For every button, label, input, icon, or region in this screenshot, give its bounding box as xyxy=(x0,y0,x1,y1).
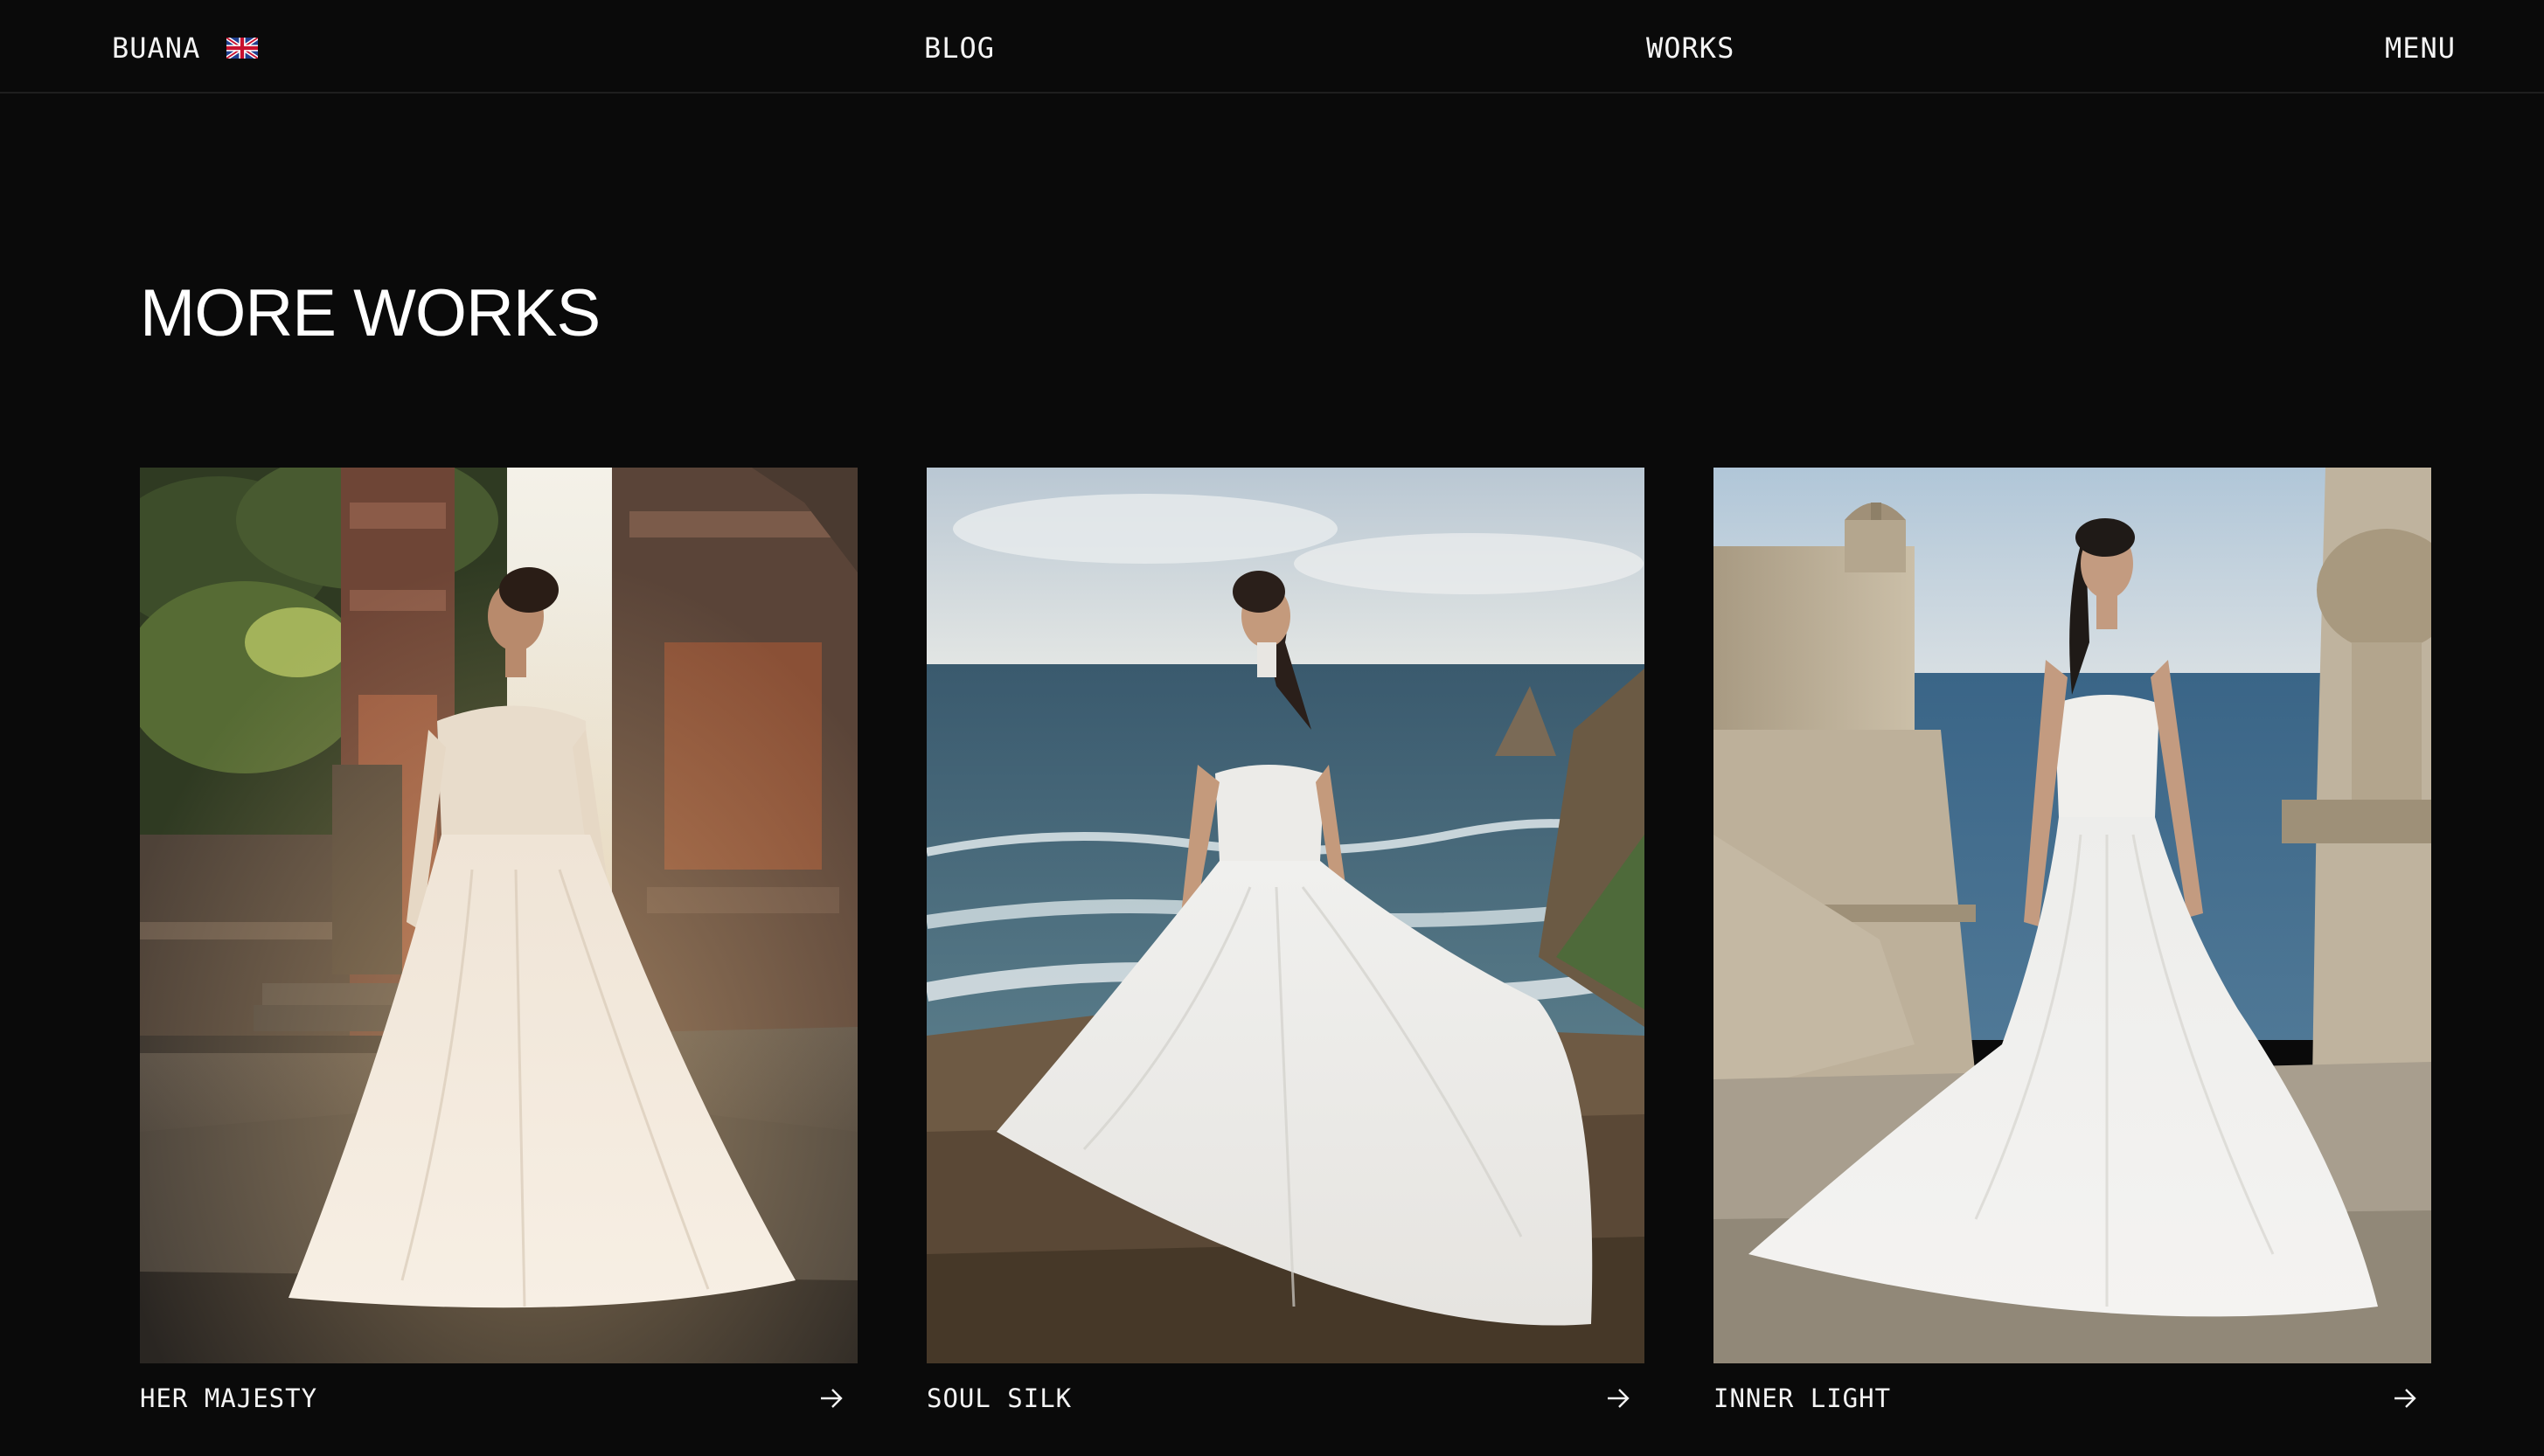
brand-group: BUANA xyxy=(112,31,259,66)
work-card-footer: SOUL SILK xyxy=(927,1363,1644,1433)
work-title[interactable]: HER MAJESTY xyxy=(140,1383,317,1413)
bride-ocean-cliff-photo xyxy=(927,468,1644,1363)
work-card-her-majesty: HER MAJESTY xyxy=(140,468,858,1433)
bride-temple-photo xyxy=(140,468,858,1363)
bride-coastal-fortress-photo xyxy=(1713,468,2431,1363)
arrow-right-icon[interactable] xyxy=(2391,1384,2419,1412)
work-card-inner-light: INNER LIGHT xyxy=(1713,468,2431,1433)
work-image-soul-silk[interactable] xyxy=(927,468,1644,1363)
work-card-footer: INNER LIGHT xyxy=(1713,1363,2431,1433)
work-card-footer: HER MAJESTY xyxy=(140,1363,858,1433)
nav-works[interactable]: WORKS xyxy=(1646,31,1734,66)
work-image-inner-light[interactable] xyxy=(1713,468,2431,1363)
work-card-soul-silk: SOUL SILK xyxy=(927,468,1644,1433)
work-title[interactable]: SOUL SILK xyxy=(927,1383,1072,1413)
section-title: MORE WORKS xyxy=(140,276,601,350)
site-header: BUANA BLOG WORKS MENU xyxy=(0,0,2544,94)
work-title[interactable]: INNER LIGHT xyxy=(1713,1383,1891,1413)
menu-button[interactable]: MENU xyxy=(2385,31,2456,66)
work-image-her-majesty[interactable] xyxy=(140,468,858,1363)
arrow-right-icon[interactable] xyxy=(817,1384,845,1412)
arrow-right-icon[interactable] xyxy=(1604,1384,1632,1412)
nav-blog[interactable]: BLOG xyxy=(924,31,995,66)
uk-flag-icon[interactable] xyxy=(226,38,259,59)
brand-logo[interactable]: BUANA xyxy=(112,31,200,66)
